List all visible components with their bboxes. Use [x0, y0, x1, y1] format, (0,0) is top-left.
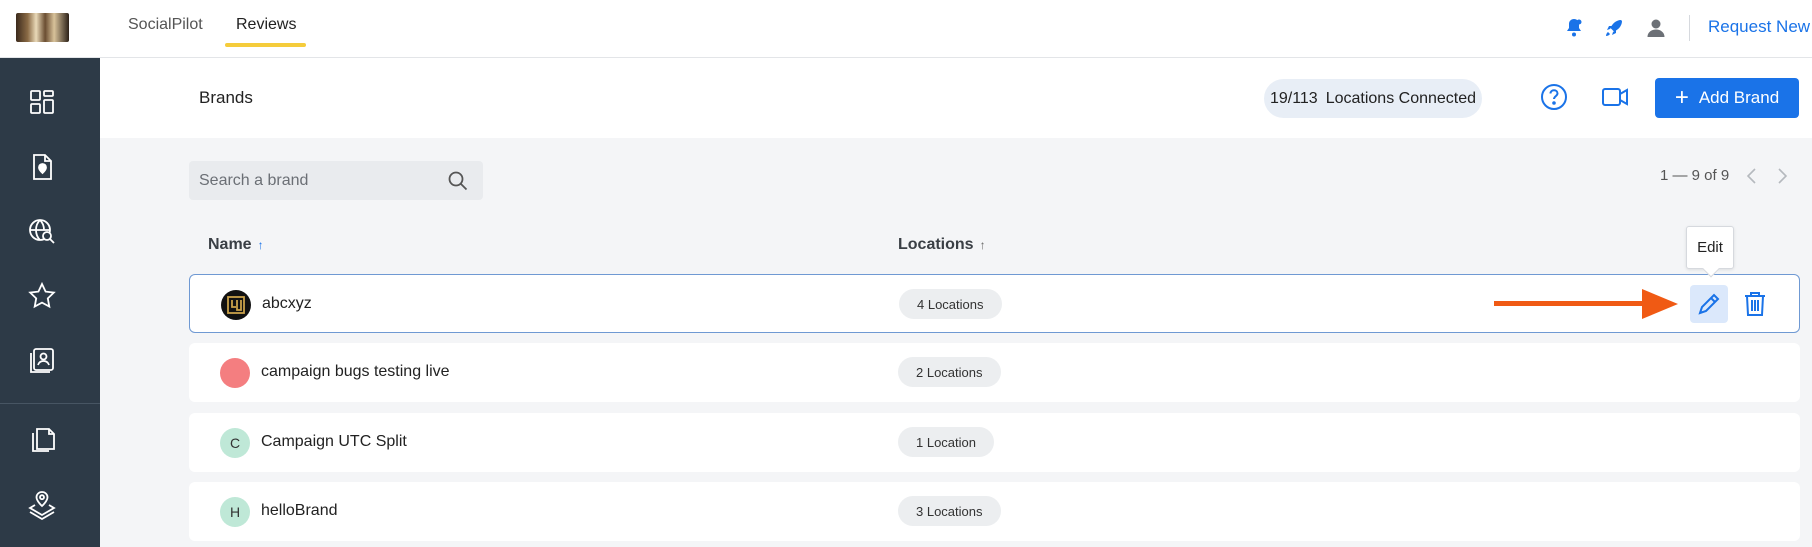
sidebar [0, 58, 100, 547]
locations-count-badge[interactable]: 3 Locations [898, 496, 1001, 526]
chevron-right-icon[interactable] [1772, 165, 1792, 187]
search-input[interactable] [199, 161, 439, 200]
user-icon[interactable] [1644, 16, 1668, 40]
column-header-locations[interactable]: Locations ↑ [898, 236, 986, 254]
topbar-divider [1689, 15, 1690, 41]
locations-connected-count: 19/113 [1269, 89, 1318, 107]
pencil-icon [1698, 293, 1720, 315]
brand-name[interactable]: abcxyz [262, 295, 312, 313]
sort-asc-icon: ↑ [979, 238, 986, 252]
location-document-icon[interactable] [26, 151, 58, 183]
tab-reviews[interactable]: Reviews [236, 16, 296, 34]
brand-avatar: H [220, 497, 250, 527]
top-bar: SocialPilot Reviews Request New F [0, 0, 1812, 58]
plus-icon: + [1674, 84, 1689, 111]
column-locations-label: Locations [898, 236, 974, 253]
add-brand-button[interactable]: + Add Brand [1655, 78, 1799, 118]
locations-connected-label: Locations Connected [1325, 89, 1477, 107]
table-row[interactable]: C Campaign UTC Split 1 Location [189, 413, 1800, 472]
brands-header: Brands 19/113 Locations Connected + Add … [100, 58, 1812, 138]
brand-name[interactable]: helloBrand [261, 502, 338, 520]
brand-name[interactable]: Campaign UTC Split [261, 433, 407, 451]
edit-button[interactable] [1690, 285, 1728, 323]
brand-search [189, 161, 483, 200]
edit-tooltip: Edit [1686, 226, 1734, 269]
dashboard-icon[interactable] [26, 86, 58, 118]
request-new-link[interactable]: Request New F [1708, 17, 1812, 37]
map-layers-icon[interactable] [26, 488, 58, 520]
copy-pages-icon[interactable] [26, 423, 58, 455]
contacts-icon[interactable] [26, 344, 58, 376]
page-title: Brands [199, 88, 253, 107]
chevron-left-icon[interactable] [1742, 165, 1762, 187]
rocket-icon[interactable] [1602, 16, 1626, 40]
notification-bell-icon[interactable] [1562, 16, 1586, 40]
video-tutorial-icon[interactable] [1600, 82, 1630, 112]
star-icon[interactable] [26, 280, 58, 312]
locations-count-badge[interactable]: 2 Locations [898, 357, 1001, 387]
brand-avatar: C [220, 428, 250, 458]
add-brand-label: Add Brand [1698, 88, 1780, 107]
search-icon[interactable] [447, 170, 469, 192]
column-header-name[interactable]: Name ↑ [208, 236, 264, 254]
sort-asc-icon: ↑ [257, 238, 264, 252]
delete-button[interactable] [1736, 285, 1774, 323]
locations-count-badge[interactable]: 1 Location [898, 427, 994, 457]
locations-connected-badge: 19/113 Locations Connected [1264, 79, 1482, 118]
annotation-arrow-icon [1494, 289, 1678, 319]
table-row[interactable]: campaign bugs testing live 2 Locations [189, 343, 1800, 402]
table-row[interactable]: H helloBrand 3 Locations [189, 482, 1800, 541]
help-icon[interactable] [1539, 82, 1569, 112]
app-logo[interactable] [16, 13, 69, 42]
trash-icon [1745, 292, 1765, 316]
brand-avatar [220, 358, 250, 388]
brand-name[interactable]: campaign bugs testing live [261, 363, 450, 381]
active-tab-indicator [225, 43, 306, 47]
tab-socialpilot[interactable]: SocialPilot [128, 16, 203, 34]
global-search-icon[interactable] [26, 215, 58, 247]
locations-count-badge[interactable]: 4 Locations [899, 289, 1002, 319]
sidebar-separator [0, 403, 100, 404]
pagination-range: 1 — 9 of 9 [1660, 167, 1730, 184]
column-name-label: Name [208, 236, 252, 253]
brand-logo-avatar [221, 290, 251, 320]
